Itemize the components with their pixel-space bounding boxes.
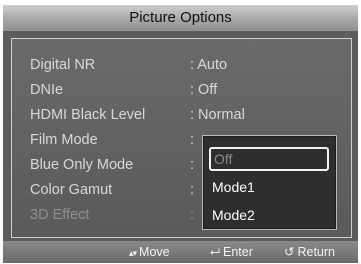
- setting-value: : Normal: [190, 107, 245, 123]
- setting-value: : Auto: [190, 57, 228, 73]
- setting-label: Digital NR: [30, 57, 96, 73]
- dropdown-option-off[interactable]: Off: [209, 147, 329, 171]
- setting-label: HDMI Black Level: [30, 107, 146, 123]
- setting-value: : Off: [190, 82, 218, 98]
- dropdown-option-mode2[interactable]: Mode2: [212, 204, 328, 226]
- film-mode-dropdown[interactable]: Off Mode1 Mode2: [202, 135, 337, 230]
- setting-value: :: [190, 157, 195, 173]
- move-label: Move: [139, 245, 170, 259]
- setting-label: Film Mode: [30, 132, 98, 148]
- picture-options-osd: Picture Options Digital NR : Auto DNIe :…: [3, 5, 358, 263]
- return-hint: ↺ Return: [284, 241, 335, 263]
- setting-label: 3D Effect: [30, 207, 90, 223]
- dropdown-option-mode1[interactable]: Mode1: [212, 176, 328, 198]
- setting-digital-nr[interactable]: Digital NR : Auto: [12, 53, 351, 77]
- enter-icon: ⮠: [210, 245, 221, 259]
- setting-hdmi-black-level[interactable]: HDMI Black Level : Normal: [12, 103, 351, 127]
- setting-label: Color Gamut: [30, 182, 113, 198]
- return-label: Return: [297, 245, 336, 259]
- settings-panel: Digital NR : Auto DNIe : Off HDMI Black …: [11, 38, 352, 238]
- up-down-arrows-icon: ▴▾: [129, 248, 137, 258]
- enter-hint: ⮠ Enter: [210, 241, 253, 263]
- enter-label: Enter: [223, 245, 253, 259]
- setting-dnie[interactable]: DNIe : Off: [12, 78, 351, 102]
- setting-value: :: [190, 132, 195, 148]
- return-icon: ↺: [284, 245, 295, 259]
- setting-value: :: [190, 182, 195, 198]
- setting-label: DNIe: [30, 82, 64, 98]
- footer-hints: ▴▾ Move ⮠ Enter ↺ Return: [3, 241, 358, 263]
- osd-title: Picture Options: [3, 5, 358, 31]
- setting-value: :: [190, 207, 195, 223]
- setting-label: Blue Only Mode: [30, 157, 134, 173]
- move-hint: ▴▾ Move: [129, 241, 170, 264]
